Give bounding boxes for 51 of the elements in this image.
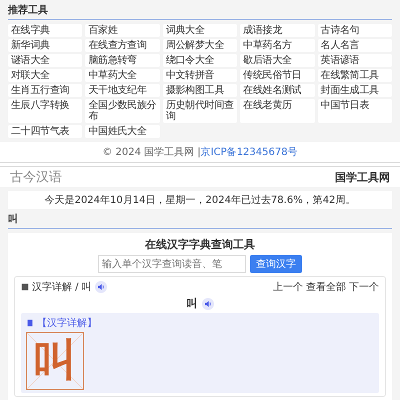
tool-link[interactable]: 中草药名方 bbox=[240, 39, 315, 52]
breadcrumb: 汉字详解 / 叫 bbox=[32, 280, 92, 294]
tool-link[interactable]: 脑筋急转弯 bbox=[85, 54, 160, 67]
tool-link[interactable]: 在线姓名测试 bbox=[240, 84, 315, 97]
tool-link[interactable]: 在线字典 bbox=[8, 24, 82, 37]
tool-link[interactable]: 生肖五行查询 bbox=[8, 84, 82, 97]
tool-link[interactable]: 谜语大全 bbox=[8, 54, 82, 67]
tool-link[interactable]: 古诗名句 bbox=[318, 24, 392, 37]
nav-link[interactable]: 查看全部 bbox=[306, 280, 346, 294]
copyright-text: © 2024 国学工具网 | bbox=[102, 147, 201, 158]
tool-link[interactable]: 名人名言 bbox=[318, 39, 392, 52]
tool-link[interactable]: 摄影构图工具 bbox=[162, 84, 238, 97]
large-character: 叫 bbox=[33, 339, 77, 383]
panel-title: 【汉字详解】 bbox=[37, 316, 97, 330]
tool-link[interactable]: 歇后语大全 bbox=[240, 54, 315, 67]
tool-link[interactable]: 周公解梦大全 bbox=[162, 39, 238, 52]
tool-link[interactable]: 天干地支纪年 bbox=[85, 84, 160, 97]
tool-link[interactable]: 绕口令大全 bbox=[162, 54, 238, 67]
tool-link[interactable]: 全国少数民族分布 bbox=[85, 99, 160, 123]
tool-link[interactable]: 百家姓 bbox=[85, 24, 160, 37]
site-logo[interactable]: 古今汉语 bbox=[10, 168, 62, 186]
nav-link[interactable]: 下一个 bbox=[349, 280, 379, 294]
tool-link[interactable]: 历史朝代时间查询 bbox=[162, 99, 238, 123]
tool-link[interactable]: 在线老黄历 bbox=[240, 99, 315, 123]
site-name: 国学工具网 bbox=[335, 170, 390, 184]
tool-link[interactable]: 中草药大全 bbox=[85, 69, 160, 82]
tool-link[interactable]: 成语接龙 bbox=[240, 24, 315, 37]
tool-link[interactable]: 生辰八字转换 bbox=[8, 99, 82, 123]
tool-link[interactable]: 对联大全 bbox=[8, 69, 82, 82]
character-text: 叫 bbox=[186, 296, 198, 311]
tool-link[interactable]: 中文转拼音 bbox=[162, 69, 238, 82]
tool-link[interactable]: 在线繁简工具 bbox=[318, 69, 392, 82]
tool-link[interactable]: 新华词典 bbox=[8, 39, 82, 52]
tool-link[interactable]: 封面生成工具 bbox=[318, 84, 392, 97]
section-title: 叫 bbox=[8, 212, 392, 229]
speaker-icon[interactable] bbox=[202, 298, 214, 310]
search-button[interactable]: 查询汉字 bbox=[250, 255, 302, 273]
icp-link[interactable]: 京ICP备12345678号 bbox=[200, 147, 298, 158]
speaker-icon[interactable] bbox=[94, 281, 107, 293]
tool-link[interactable]: 英语谚语 bbox=[318, 54, 392, 67]
tool-link[interactable]: 词典大全 bbox=[162, 24, 238, 37]
tool-title: 在线汉字字典查询工具 bbox=[144, 237, 256, 252]
section-title: 推荐工具 bbox=[8, 3, 392, 20]
tool-link[interactable]: 中国节日表 bbox=[318, 99, 392, 123]
date-banner: 今天是2024年10月14日，星期一，2024年已过去78.6%，第42周。 bbox=[8, 191, 392, 209]
search-field[interactable]: 输入单个汉字查询读音、笔 bbox=[98, 255, 246, 273]
tool-link[interactable]: 传统民俗节日 bbox=[240, 69, 315, 82]
tool-link[interactable]: 中国姓氏大全 bbox=[85, 125, 160, 138]
nav-link[interactable]: 上一个 bbox=[273, 280, 303, 294]
tool-link[interactable]: 二十四节气表 bbox=[8, 125, 82, 138]
tool-link[interactable]: 在线查方查询 bbox=[85, 39, 160, 52]
